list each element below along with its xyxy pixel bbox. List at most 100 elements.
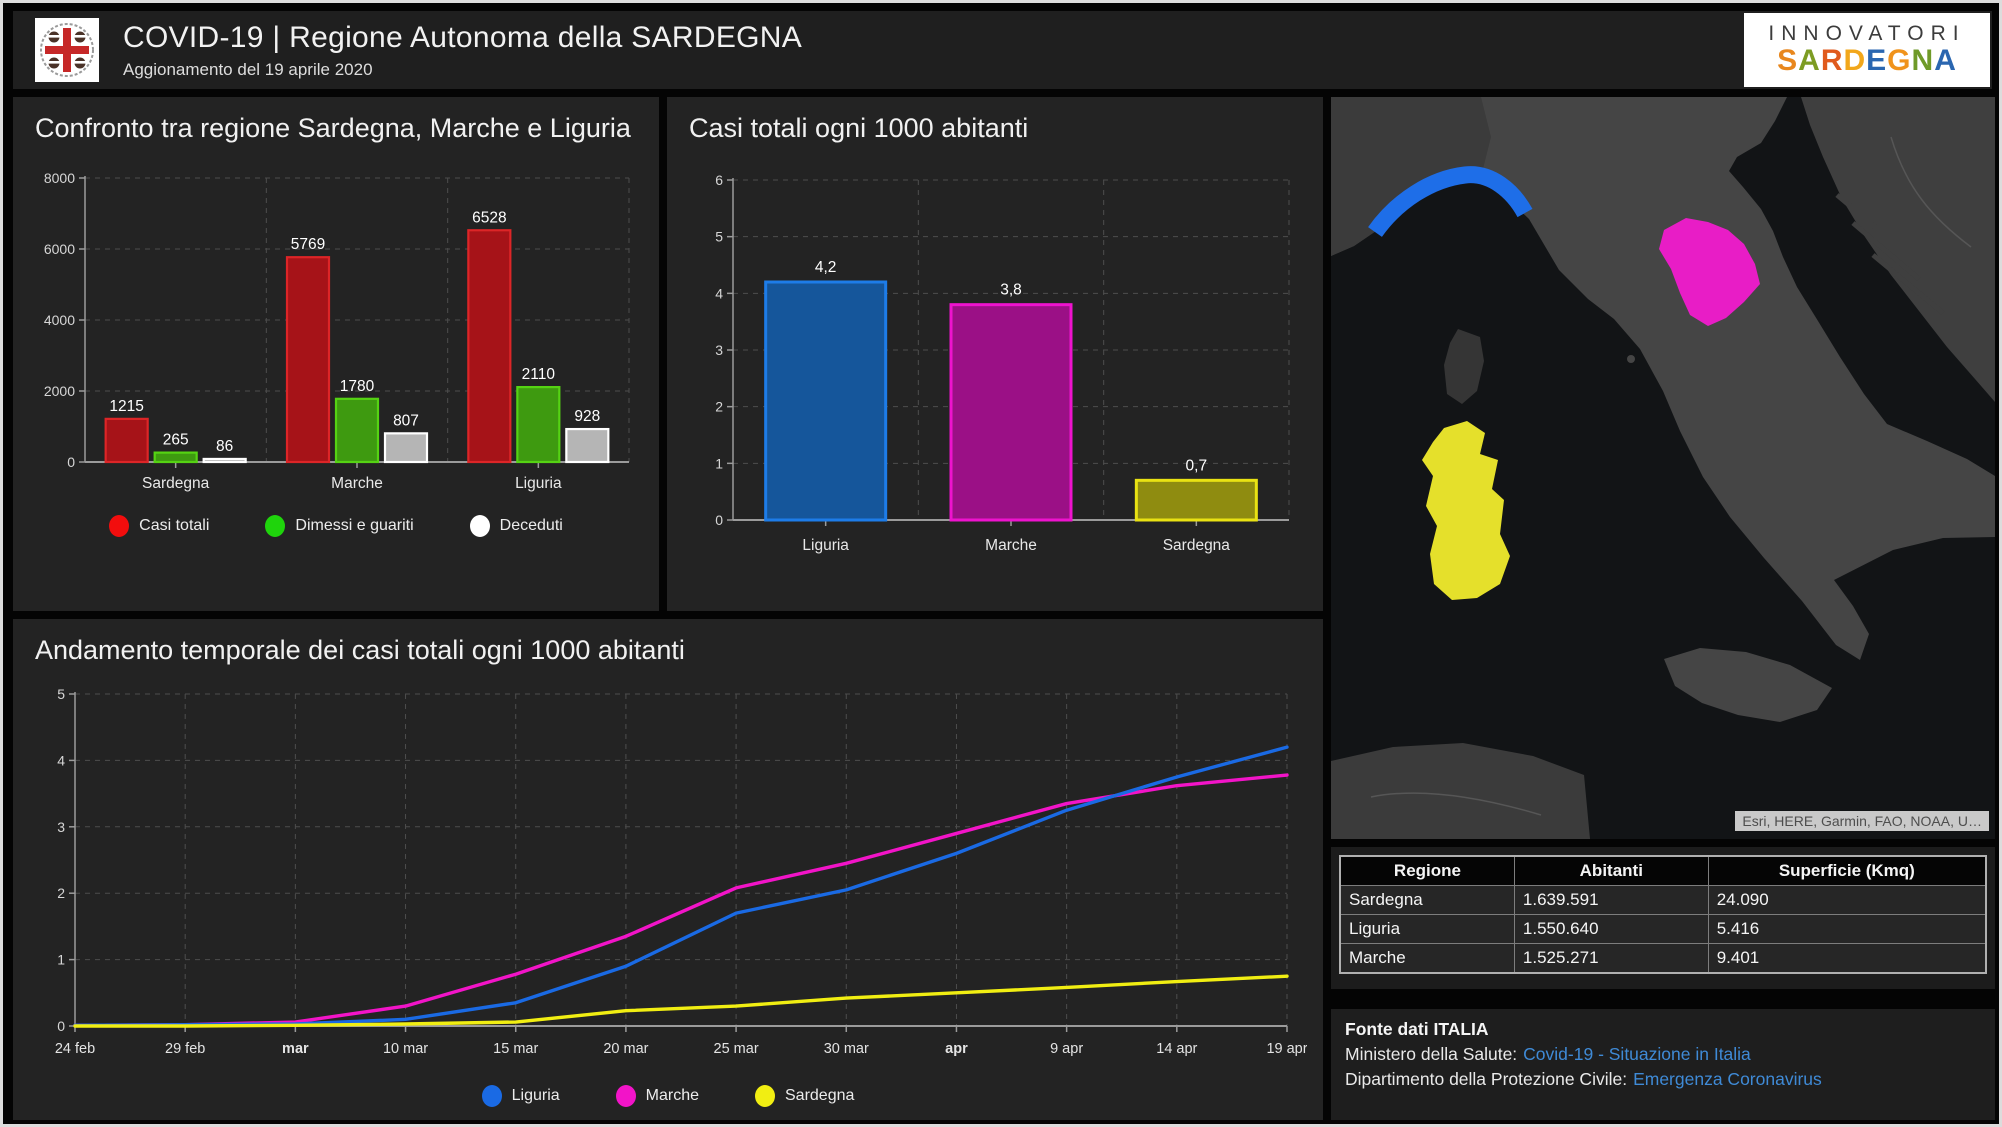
- svg-text:29 feb: 29 feb: [165, 1041, 205, 1057]
- svg-text:30 mar: 30 mar: [824, 1041, 869, 1057]
- svg-text:10 mar: 10 mar: [383, 1041, 428, 1057]
- italy-map[interactable]: [1331, 97, 1995, 839]
- panel-fonte-dati: Fonte dati ITALIA Ministero della Salute…: [1331, 1009, 1995, 1120]
- legend-item-deceduti: Deceduti: [470, 515, 563, 537]
- svg-text:0: 0: [67, 454, 75, 470]
- logo-letter: G: [1887, 44, 1911, 77]
- svg-text:0: 0: [57, 1018, 65, 1034]
- svg-text:4,2: 4,2: [815, 259, 837, 276]
- legend-item-casi-totali: Casi totali: [109, 515, 209, 537]
- table-cell: 9.401: [1708, 944, 1986, 974]
- update-date: Aggionamento del 19 aprile 2020: [123, 60, 802, 80]
- svg-text:4: 4: [715, 285, 723, 301]
- legend-label: Deceduti: [500, 517, 563, 535]
- panel-per1000: Casi totali ogni 1000 abitanti 0123456Li…: [667, 97, 1323, 611]
- logo-letter: D: [1843, 44, 1866, 77]
- fonte-link-situazione-italia[interactable]: Covid-19 - Situazione in Italia: [1523, 1044, 1751, 1064]
- svg-text:6528: 6528: [472, 209, 506, 226]
- innovatori-sardegna-logo: INNOVATORI SARDEGNA: [1744, 13, 1990, 87]
- table-header-cell: Superficie (Kmq): [1708, 856, 1986, 886]
- legend-label: Casi totali: [139, 517, 209, 535]
- table-row: Sardegna1.639.59124.090: [1340, 886, 1986, 915]
- svg-text:2: 2: [715, 399, 723, 415]
- table-row: Liguria1.550.6405.416: [1340, 915, 1986, 944]
- header-text: COVID-19 | Regione Autonoma della SARDEG…: [123, 21, 802, 80]
- svg-text:1: 1: [57, 952, 65, 968]
- svg-text:86: 86: [216, 438, 233, 455]
- per1000-bar-chart: 0123456Liguria4,2Marche3,8Sardegna0,7: [683, 156, 1305, 568]
- app-header: COVID-19 | Regione Autonoma della SARDEG…: [13, 11, 1992, 89]
- svg-text:25 mar: 25 mar: [714, 1041, 759, 1057]
- fonte-title: Fonte dati ITALIA: [1345, 1019, 1981, 1040]
- region-table: RegioneAbitantiSuperficie (Kmq) Sardegna…: [1339, 855, 1987, 974]
- chart-title-per1000: Casi totali ogni 1000 abitanti: [689, 111, 1303, 146]
- chart-title-andamento: Andamento temporale dei casi totali ogni…: [35, 633, 1303, 668]
- fonte-label: Dipartimento della Protezione Civile:: [1345, 1069, 1627, 1089]
- chart-title-confronto: Confronto tra regione Sardegna, Marche e…: [35, 111, 639, 146]
- svg-text:6000: 6000: [44, 241, 75, 257]
- svg-text:265: 265: [163, 432, 189, 449]
- table-header-cell: Regione: [1340, 856, 1514, 886]
- svg-text:15 mar: 15 mar: [493, 1041, 538, 1057]
- svg-text:1: 1: [715, 455, 723, 471]
- svg-text:Sardegna: Sardegna: [142, 475, 210, 492]
- svg-text:20 mar: 20 mar: [603, 1041, 648, 1057]
- logo-letter: N: [1912, 44, 1935, 77]
- svg-text:mar: mar: [282, 1041, 309, 1057]
- svg-text:8000: 8000: [44, 170, 75, 186]
- legend-dot: [482, 1085, 502, 1107]
- region-table-body: Sardegna1.639.59124.090Liguria1.550.6405…: [1340, 886, 1986, 974]
- legend-label: Sardegna: [785, 1087, 854, 1105]
- table-cell: Marche: [1340, 944, 1514, 974]
- region-table-head: RegioneAbitantiSuperficie (Kmq): [1340, 856, 1986, 886]
- panel-andamento: Andamento temporale dei casi totali ogni…: [13, 619, 1323, 1120]
- svg-text:14 apr: 14 apr: [1156, 1041, 1197, 1057]
- logo-letter: E: [1866, 44, 1887, 77]
- legend-dot: [109, 515, 129, 537]
- legend-item-liguria: Liguria: [482, 1085, 560, 1107]
- line-chart: 01234524 feb29 febmar10 mar15 mar20 mar2…: [29, 678, 1307, 1070]
- svg-text:Sardegna: Sardegna: [1163, 537, 1231, 554]
- panel-confronto: Confronto tra regione Sardegna, Marche e…: [13, 97, 659, 611]
- logo-letter: A: [1798, 44, 1821, 77]
- fonte-link-emergenza-coronavirus[interactable]: Emergenza Coronavirus: [1633, 1069, 1822, 1089]
- fonte-line-protezione-civile: Dipartimento della Protezione Civile: Eme…: [1345, 1067, 1981, 1092]
- fonte-label: Ministero della Salute:: [1345, 1044, 1517, 1064]
- logo-word-innovatori: INNOVATORI: [1768, 23, 1965, 45]
- covid-dashboard: COVID-19 | Regione Autonoma della SARDEG…: [0, 0, 2002, 1127]
- legend-label: Liguria: [512, 1087, 560, 1105]
- svg-text:3,8: 3,8: [1000, 282, 1022, 299]
- svg-text:Marche: Marche: [331, 475, 383, 492]
- legend-dot: [265, 515, 285, 537]
- svg-text:5769: 5769: [291, 236, 325, 253]
- logo-letter: A: [1934, 44, 1957, 77]
- svg-text:0: 0: [715, 512, 723, 528]
- svg-text:24 feb: 24 feb: [55, 1041, 95, 1057]
- table-cell: Sardegna: [1340, 886, 1514, 915]
- logo-letter: S: [1777, 44, 1798, 77]
- svg-text:2000: 2000: [44, 383, 75, 399]
- svg-text:807: 807: [393, 412, 419, 429]
- svg-text:apr: apr: [945, 1041, 968, 1057]
- svg-text:Liguria: Liguria: [802, 537, 849, 554]
- svg-text:19 apr: 19 apr: [1266, 1041, 1307, 1057]
- logo-letter: R: [1821, 44, 1844, 77]
- grouped-bar-chart: 0 2000 4000 6000 8000 Sardegna 1215 265 86 Marche…: [29, 156, 641, 500]
- svg-text:1215: 1215: [109, 398, 143, 415]
- svg-text:4000: 4000: [44, 312, 75, 328]
- table-row: Marche1.525.2719.401: [1340, 944, 1986, 974]
- svg-text:0,7: 0,7: [1186, 457, 1208, 474]
- legend-dot: [755, 1085, 775, 1107]
- table-cell: 1.525.271: [1514, 944, 1708, 974]
- fonte-line-ministero: Ministero della Salute: Covid-19 - Situaz…: [1345, 1042, 1981, 1067]
- table-cell: 24.090: [1708, 886, 1986, 915]
- svg-text:9 apr: 9 apr: [1050, 1041, 1083, 1057]
- logo-word-sardegna: SARDEGNA: [1777, 45, 1957, 77]
- panel-region-table: RegioneAbitantiSuperficie (Kmq) Sardegna…: [1331, 847, 1995, 989]
- legend-item-marche: Marche: [616, 1085, 699, 1107]
- legend-item-dimessi-e-guariti: Dimessi e guariti: [265, 515, 413, 537]
- table-cell: 1.550.640: [1514, 915, 1708, 944]
- page-title: COVID-19 | Regione Autonoma della SARDEG…: [123, 21, 802, 55]
- legend-item-sardegna: Sardegna: [755, 1085, 854, 1107]
- svg-text:3: 3: [57, 819, 65, 835]
